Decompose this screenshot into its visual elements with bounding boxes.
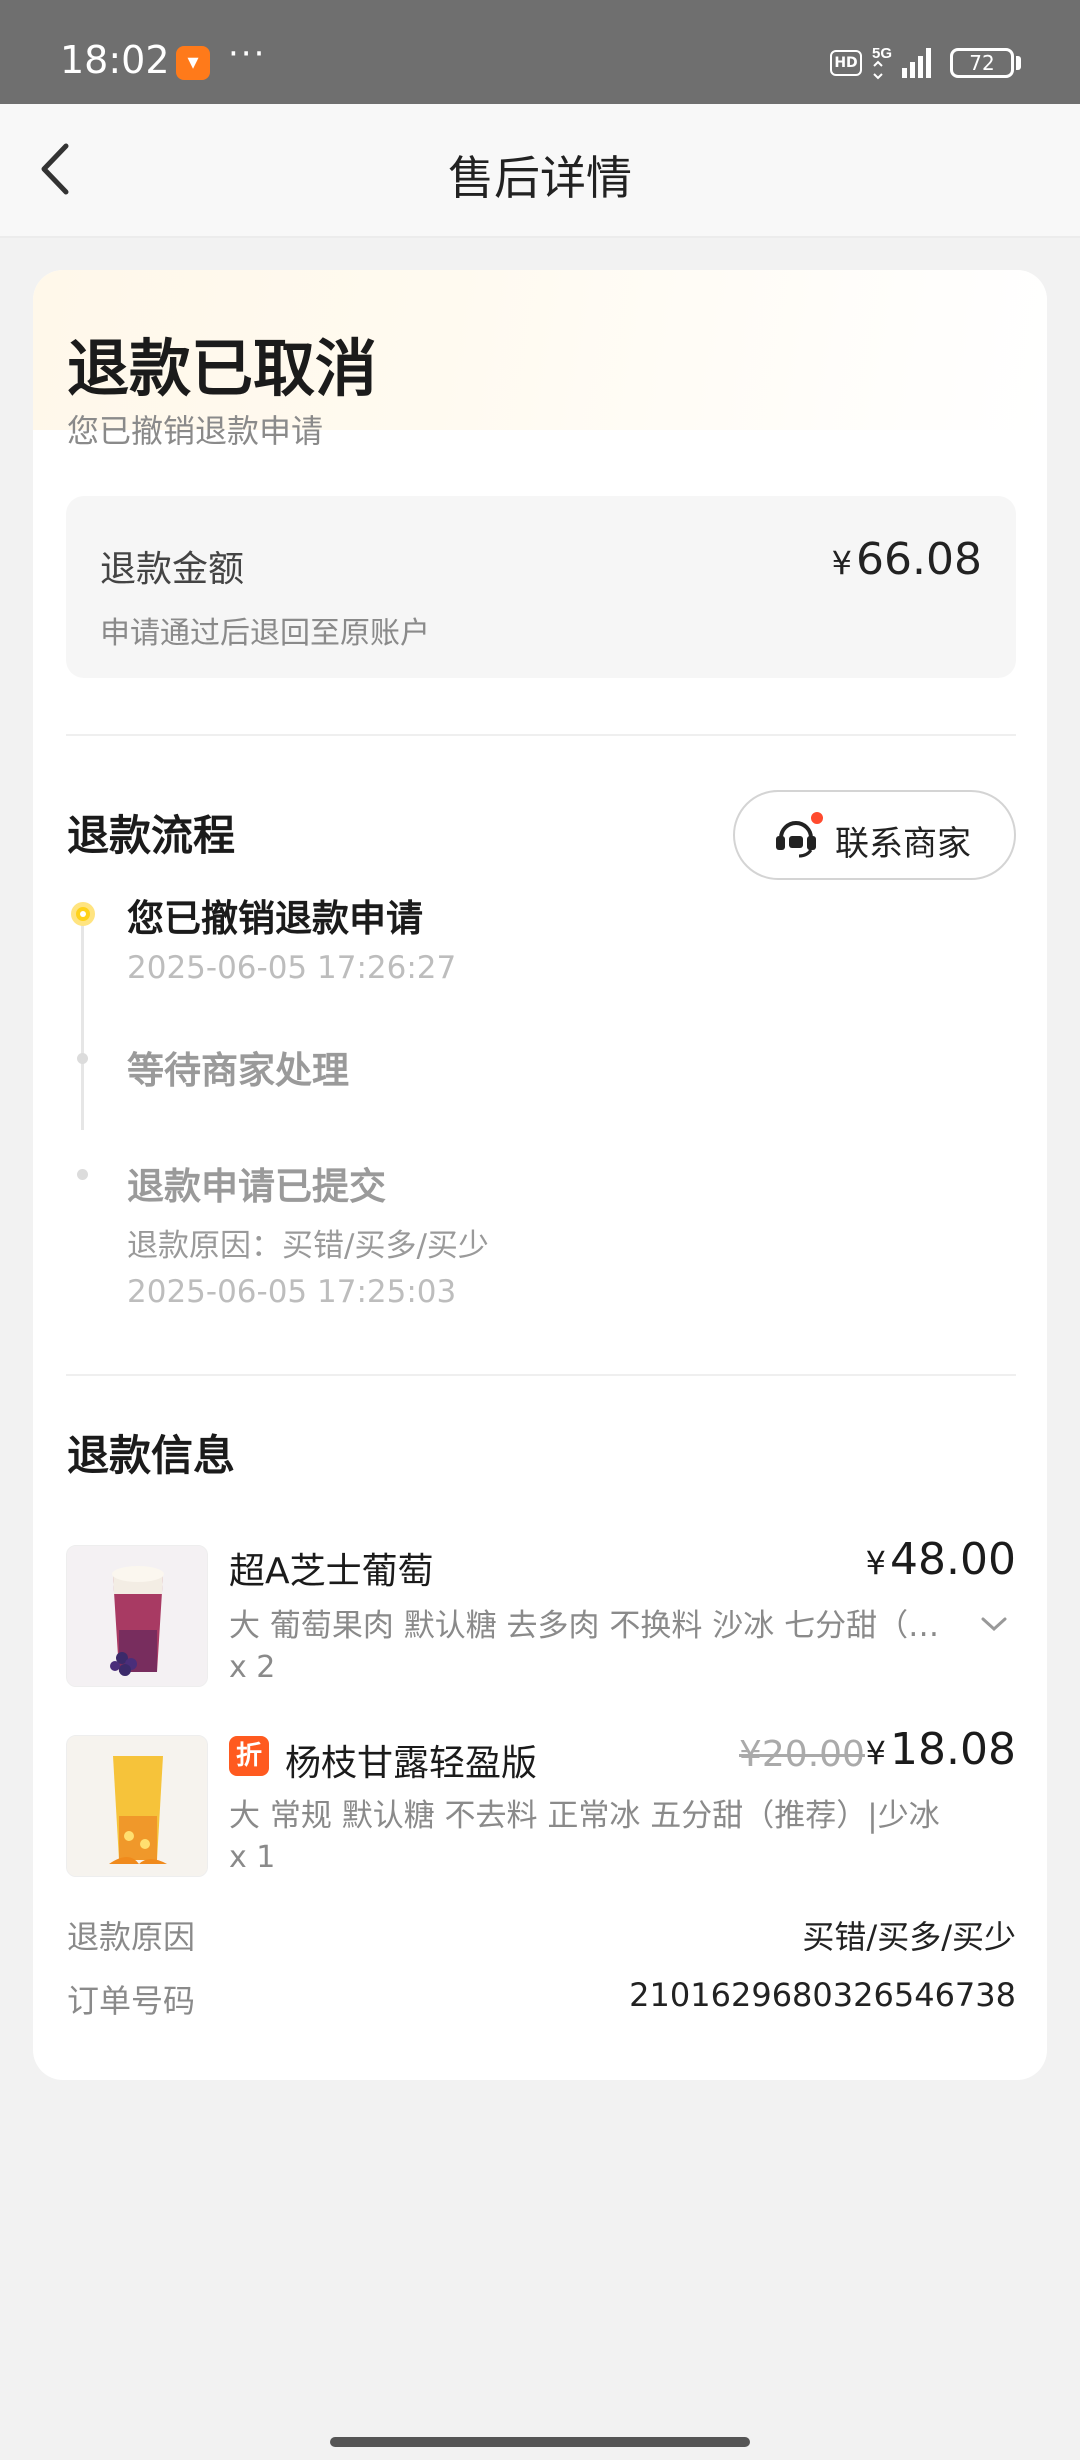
refund-reason-label: 退款原因 [67, 1918, 196, 1956]
process-title: 退款流程 [67, 811, 236, 860]
timeline-line [81, 920, 84, 1130]
step-time: 2025-06-05 17:26:27 [127, 950, 457, 986]
timeline-dot-active [71, 902, 95, 926]
currency-symbol: ¥ [831, 544, 853, 582]
more-dots-icon: ··· [228, 34, 267, 74]
product-quantity: x 1 [229, 1840, 276, 1875]
battery-icon: 72 [950, 48, 1014, 78]
price-number: 18.08 [890, 1724, 1016, 1775]
product-image-grape-cheese [66, 1545, 208, 1687]
network-label: 5G [872, 45, 892, 62]
product-name: 杨枝甘露轻盈版 [285, 1743, 538, 1784]
hd-icon: HD [830, 50, 862, 76]
order-number-value[interactable]: 2101629680326546738 [629, 1976, 1016, 2014]
order-number-label: 订单号码 [67, 1982, 196, 2020]
status-bar: 18:02 ▾ ··· HD 5G 72 [0, 0, 1080, 104]
step-title: 退款申请已提交 [127, 1165, 386, 1208]
refund-amount-note: 申请通过后退回至原账户 [100, 616, 430, 651]
page-title: 售后详情 [448, 151, 632, 205]
contact-merchant-button[interactable]: 联系商家 [733, 790, 1016, 880]
refund-info-title: 退款信息 [67, 1431, 236, 1480]
status-time: 18:02 [60, 38, 170, 82]
discount-badge: 折 [229, 1736, 269, 1776]
amount-number: 66.08 [856, 534, 982, 585]
home-indicator[interactable] [330, 2437, 750, 2447]
notification-dot [809, 810, 825, 826]
currency-symbol: ¥ [865, 1734, 887, 1772]
product-image-mango-pomelo [66, 1735, 208, 1877]
chevron-down-icon[interactable] [979, 1612, 1009, 1636]
product-price: ¥18.08 [866, 1724, 1016, 1775]
product-spec: 大 葡萄果肉 默认糖 去多肉 不换料 沙冰 七分甜（推荐） [229, 1608, 949, 1644]
timeline-dot [77, 1169, 88, 1180]
step-title: 等待商家处理 [127, 1049, 349, 1092]
product-quantity: x 2 [229, 1650, 276, 1685]
price-number: 48.00 [890, 1534, 1016, 1585]
divider [66, 1374, 1016, 1376]
refund-amount-box: 退款金额 ¥66.08 申请通过后退回至原账户 [66, 496, 1016, 678]
battery-cap [1016, 56, 1021, 70]
refund-status-desc: 您已撤销退款申请 [67, 412, 324, 450]
product-spec: 大 常规 默认糖 不去料 正常冰 五分甜（推荐）|少冰 [229, 1798, 940, 1834]
nav-bar: 售后详情 [0, 104, 1080, 238]
product-original-price: ¥20.00 [739, 1734, 865, 1775]
step-title: 您已撤销退款申请 [127, 897, 423, 940]
signal-5g-icon: 5G [872, 45, 931, 80]
product-price: ¥48.00 [866, 1534, 1016, 1585]
product-name: 超A芝士葡萄 [229, 1551, 434, 1592]
refund-status-title: 退款已取消 [67, 332, 378, 405]
step-reason: 退款原因：买错/买多/买少 [127, 1228, 489, 1264]
after-sale-card: 退款已取消 您已撤销退款申请 退款金额 ¥66.08 申请通过后退回至原账户 退… [33, 270, 1047, 2080]
divider [66, 734, 1016, 736]
refund-amount-value: ¥66.08 [832, 534, 982, 585]
contact-merchant-label: 联系商家 [835, 824, 971, 864]
refund-reason-value: 买错/买多/买少 [802, 1918, 1016, 1956]
step-time: 2025-06-05 17:25:03 [127, 1274, 457, 1310]
refund-amount-label: 退款金额 [100, 549, 245, 590]
currency-symbol: ¥ [865, 1544, 887, 1582]
timeline-dot [77, 1053, 88, 1064]
meituan-app-icon: ▾ [176, 46, 210, 80]
